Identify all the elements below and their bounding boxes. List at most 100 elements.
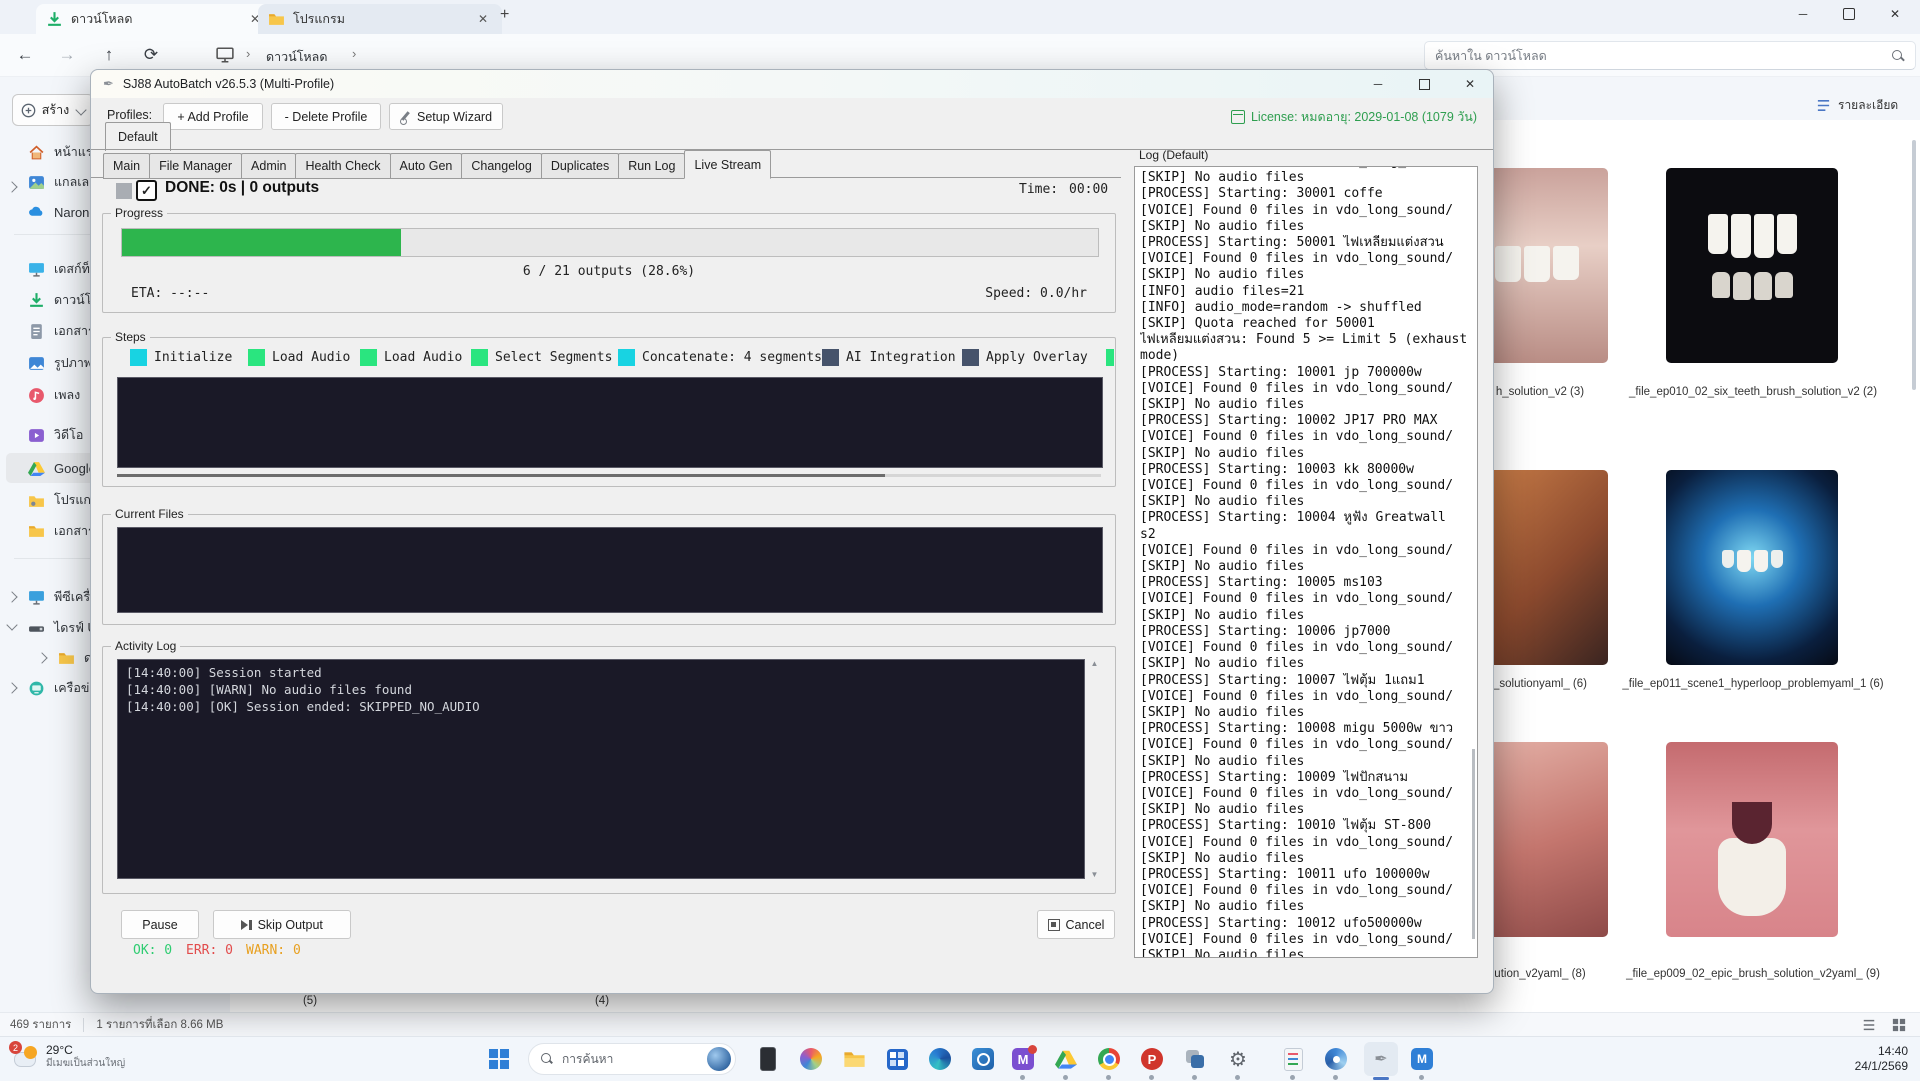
close-button[interactable]: ✕ [1447, 70, 1493, 98]
notes-app-icon[interactable] [1280, 1046, 1306, 1072]
python-app-icon[interactable]: ✒ [1364, 1042, 1398, 1076]
mail-app-icon[interactable]: M [1010, 1046, 1036, 1072]
photos-icon[interactable] [798, 1046, 824, 1072]
tab-main[interactable]: Main [103, 153, 150, 179]
done-checkbox[interactable]: ✓ [136, 180, 157, 201]
weather-icon: 2 [12, 1044, 38, 1070]
app-title-bar[interactable]: ✒ SJ88 AutoBatch v26.5.3 (Multi-Profile)… [91, 70, 1493, 98]
expander[interactable] [8, 588, 16, 606]
details-pane-button[interactable]: รายละเอียด [1816, 96, 1898, 115]
search-icon[interactable] [1891, 49, 1905, 63]
file-name[interactable]: _file_ep009_02_epic_brush_solution_v2yam… [1617, 967, 1889, 982]
file-name-partial[interactable]: (5) [280, 994, 340, 1009]
red-p-app-icon[interactable]: P [1139, 1046, 1165, 1072]
refresh-icon[interactable]: ⟳ [136, 40, 166, 70]
file-name-partial[interactable]: (4) [572, 994, 632, 1009]
sidebar-item-documents-folder[interactable]: เอกสาร [28, 516, 95, 546]
scrollbar-thumb[interactable] [117, 474, 885, 477]
tab-run-log[interactable]: Run Log [618, 153, 685, 179]
expander[interactable] [8, 178, 16, 196]
sidebar-item-documents[interactable]: เอกสาร [28, 316, 95, 346]
thumbnails-view-icon[interactable] [1892, 1018, 1906, 1032]
new-tab-button[interactable]: + [500, 6, 509, 24]
sidebar-item-music[interactable]: เพลง [28, 380, 80, 410]
log-scrollbar[interactable] [1472, 749, 1475, 939]
chrome-icon[interactable] [1096, 1046, 1122, 1072]
setup-wizard-button[interactable]: Setup Wizard [389, 103, 503, 130]
expander[interactable] [8, 616, 16, 634]
taskbar-search[interactable]: การค้นหา [528, 1043, 736, 1075]
eta-text: ETA: --:-- [131, 286, 209, 301]
explorer-close-button[interactable]: ✕ [1872, 0, 1918, 28]
scroll-up-icon[interactable]: ▲ [1091, 659, 1099, 668]
activity-log-box[interactable]: [14:40:00] Session started[14:40:00] [WA… [117, 659, 1085, 879]
file-thumbnail[interactable] [1666, 168, 1838, 363]
log-line: [SKIP] Quota reached for 50001 [1140, 316, 1477, 332]
wrench-icon [400, 111, 411, 122]
tab-duplicates[interactable]: Duplicates [541, 153, 619, 179]
this-pc-icon[interactable] [216, 46, 234, 64]
tab-file-manager[interactable]: File Manager [149, 153, 242, 179]
back-icon[interactable]: ← [10, 40, 40, 70]
tab-live-stream[interactable]: Live Stream [684, 150, 771, 179]
weather-condition: มีเมฆเป็นส่วนใหญ่ [46, 1057, 125, 1071]
clock[interactable]: 14:40 24/1/2569 [1855, 1044, 1908, 1074]
weather-widget[interactable]: 2 29°C มีเมฆเป็นส่วนใหญ่ [12, 1043, 125, 1071]
sidebar-item-videos[interactable]: วิดีโอ [28, 420, 83, 450]
add-profile-button[interactable]: + Add Profile [163, 103, 263, 130]
log-line: [VOICE] Found 0 files in vdo_long_sound/ [1140, 883, 1477, 899]
pause-button[interactable]: Pause [121, 910, 199, 939]
explorer-maximize-button[interactable] [1826, 0, 1872, 28]
search-highlight-image[interactable] [707, 1047, 731, 1071]
tab-changelog[interactable]: Changelog [461, 153, 541, 179]
blue-m-app-icon[interactable]: M [1409, 1046, 1435, 1072]
edge-icon[interactable] [927, 1046, 953, 1072]
log-line: [PROCESS] Starting: 10010 ไฟตุ้ม ST-800 [1140, 818, 1477, 834]
tab-auto-gen[interactable]: Auto Gen [390, 153, 463, 179]
skip-output-button[interactable]: Skip Output [213, 910, 351, 939]
new-button[interactable]: สร้าง [12, 94, 94, 126]
camera-app-icon[interactable] [970, 1046, 996, 1072]
tab-health-check[interactable]: Health Check [295, 153, 390, 179]
sidebar-item-google-drive[interactable]: Google [28, 453, 96, 483]
file-name[interactable]: _file_ep011_scene1_hyperloop_problemyaml… [1617, 677, 1889, 692]
horizontal-scrollbar[interactable] [117, 474, 1101, 477]
explorer-minimize-button[interactable]: ─ [1780, 0, 1826, 28]
phone-link-icon[interactable] [755, 1046, 781, 1072]
expander[interactable] [8, 679, 16, 697]
up-icon[interactable]: ↑ [94, 40, 124, 70]
sidebar-item-onedrive[interactable]: Narong [28, 197, 97, 227]
log-line: [PROCESS] Starting: 10001 jp 700000w [1140, 365, 1477, 381]
cancel-button[interactable]: Cancel [1037, 910, 1115, 939]
forward-icon[interactable]: → [52, 40, 82, 70]
file-explorer-icon[interactable] [841, 1046, 867, 1072]
settings-gear-icon[interactable]: ⚙ [1225, 1046, 1251, 1072]
close-icon[interactable]: ✕ [474, 10, 492, 28]
snipping-tool-icon[interactable] [1182, 1046, 1208, 1072]
explorer-tab-programs[interactable]: โปรแกรม ✕ [258, 4, 502, 34]
breadcrumb[interactable]: ดาวน์โหลด [266, 47, 327, 67]
log-line: mode) [1140, 348, 1477, 364]
file-thumbnail[interactable] [1666, 742, 1838, 937]
log-panel[interactable]: [VOICE] Found 0 files in vdo_long_sound/… [1134, 166, 1478, 958]
details-view-icon[interactable] [1862, 1018, 1876, 1032]
paint-app-icon[interactable] [1323, 1046, 1349, 1072]
profile-tab-default[interactable]: Default [105, 122, 171, 151]
file-thumbnail[interactable] [1666, 470, 1838, 665]
maximize-button[interactable] [1401, 70, 1447, 98]
log-line: [PROCESS] Starting: 10005 ms103 [1140, 575, 1477, 591]
scrollbar[interactable] [1912, 140, 1916, 390]
calculator-icon[interactable] [884, 1046, 910, 1072]
sidebar-item-pictures[interactable]: รูปภาพ [28, 348, 92, 378]
minimize-button[interactable]: ─ [1355, 70, 1401, 98]
tab-admin[interactable]: Admin [241, 153, 296, 179]
vertical-scrollbar[interactable]: ▲ ▼ [1087, 659, 1102, 879]
search-input[interactable]: ค้นหาใน ดาวน์โหลด [1424, 41, 1916, 70]
google-drive-icon[interactable] [1053, 1046, 1079, 1072]
start-button[interactable] [486, 1046, 512, 1072]
scroll-down-icon[interactable]: ▼ [1091, 870, 1099, 879]
explorer-tab-downloads[interactable]: ดาวน์โหลด ✕ [36, 4, 274, 34]
delete-profile-button[interactable]: - Delete Profile [271, 103, 381, 130]
file-name[interactable]: _file_ep010_02_six_teeth_brush_solution_… [1617, 385, 1889, 400]
expander[interactable] [38, 649, 46, 667]
